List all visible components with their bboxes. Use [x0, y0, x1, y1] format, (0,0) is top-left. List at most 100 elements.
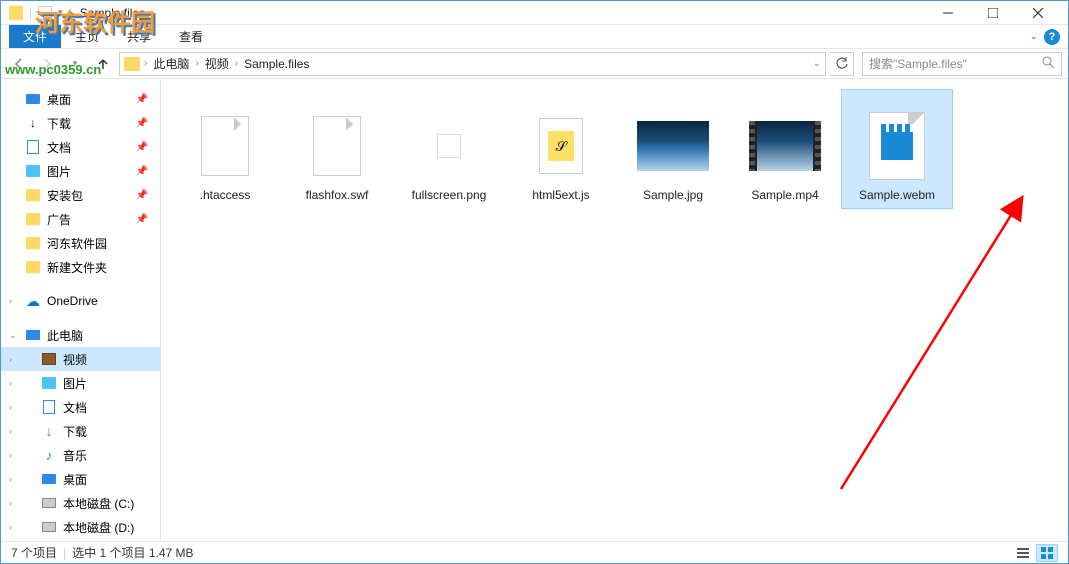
statusbar: 7 个项目 | 选中 1 个项目 1.47 MB [1, 541, 1068, 563]
ribbon-tab-share[interactable]: 共享 [113, 25, 165, 48]
ribbon-tab-view[interactable]: 查看 [165, 25, 217, 48]
arrow-right-icon [40, 57, 54, 71]
titlebar: | ▾ | Sample.files [1, 1, 1068, 25]
breadcrumb-videos[interactable]: 视频 [199, 53, 235, 75]
chevron-right-icon[interactable]: › [9, 402, 12, 412]
sidebar-label: 视频 [63, 351, 87, 368]
sidebar-item-文档[interactable]: 文档📌 [1, 135, 160, 159]
sidebar-item-下载[interactable]: ›↓下载 [1, 419, 160, 443]
ribbon-tab-file[interactable]: 文件 [9, 25, 61, 48]
pc-icon [25, 327, 41, 343]
sidebar-item-本地磁盘 (C:)[interactable]: ›本地磁盘 (C:) [1, 491, 160, 515]
chevron-right-icon[interactable]: › [9, 474, 12, 484]
breadcrumb-thispc[interactable]: 此电脑 [147, 53, 195, 75]
sidebar-label: 桌面 [63, 471, 87, 488]
folder-icon [25, 235, 41, 251]
sidebar-label: 下载 [47, 115, 71, 132]
sidebar-item-视频[interactable]: › 视频 [1, 347, 160, 371]
chevron-right-icon[interactable]: › [9, 426, 12, 436]
chevron-right-icon[interactable]: › [9, 378, 12, 388]
nav-recent-button[interactable]: ▾ [63, 52, 87, 76]
help-icon[interactable]: ? [1044, 29, 1060, 45]
drive-icon [41, 519, 57, 535]
desktop-icon [25, 91, 41, 107]
sidebar-item-图片[interactable]: 图片📌 [1, 159, 160, 183]
sidebar-item-下载[interactable]: ↓下载📌 [1, 111, 160, 135]
sidebar-label: 此电脑 [47, 327, 83, 344]
address-folder-icon [124, 57, 140, 71]
sidebar-label: 安装包 [47, 187, 83, 204]
sidebar-onedrive[interactable]: › ☁ OneDrive [1, 289, 160, 313]
sidebar-label: 文档 [47, 139, 71, 156]
annotation-arrow [831, 189, 1041, 499]
maximize-button[interactable] [970, 1, 1015, 25]
sidebar-item-新建文件夹[interactable]: 新建文件夹 [1, 255, 160, 279]
sidebar-item-文档[interactable]: › 文档 [1, 395, 160, 419]
folder-icon [25, 259, 41, 275]
search-placeholder: 搜索"Sample.files" [869, 55, 967, 72]
sidebar-label: 新建文件夹 [47, 259, 107, 276]
desktop-icon [41, 471, 57, 487]
script-icon: 𝒮 [539, 118, 583, 174]
file-item-html5ext.js[interactable]: 𝒮html5ext.js [505, 89, 617, 209]
window-controls [925, 1, 1060, 25]
close-button[interactable] [1015, 1, 1060, 25]
chevron-down-icon[interactable]: ⌄ [9, 330, 17, 341]
ribbon-expand-icon[interactable]: ⌄ [1030, 31, 1038, 42]
minimize-button[interactable] [925, 1, 970, 25]
view-icons-button[interactable] [1036, 544, 1058, 562]
sidebar-label: 本地磁盘 (D:) [63, 519, 134, 536]
qat-item[interactable] [38, 6, 52, 20]
nav-up-button[interactable] [91, 52, 115, 76]
file-item-Sample.mp4[interactable]: Sample.mp4 [729, 89, 841, 209]
chevron-right-icon[interactable]: › [9, 354, 12, 364]
folder-icon [9, 6, 23, 20]
close-icon [1033, 8, 1043, 18]
sidebar-item-本地磁盘 (D:)[interactable]: › 本地磁盘 (D:) [1, 515, 160, 539]
sidebar-item-广告[interactable]: 广告📌 [1, 207, 160, 231]
doc-icon [41, 399, 57, 415]
chevron-right-icon[interactable]: › [9, 450, 12, 460]
qat-sep: | [29, 6, 32, 20]
sidebar-item-河东软件园[interactable]: 河东软件园 [1, 231, 160, 255]
view-details-button[interactable] [1012, 544, 1034, 562]
search-input[interactable]: 搜索"Sample.files" [862, 52, 1062, 76]
sidebar-thispc[interactable]: ⌄ 此电脑 [1, 323, 160, 347]
file-icon [201, 116, 249, 176]
sidebar-item-音乐[interactable]: ›♪音乐 [1, 443, 160, 467]
file-label: Sample.jpg [643, 188, 703, 202]
folder-icon [25, 187, 41, 203]
sidebar-item-桌面[interactable]: › 桌面 [1, 467, 160, 491]
status-selection: 选中 1 个项目 1.47 MB [72, 544, 193, 561]
sidebar-label: 文档 [63, 399, 87, 416]
pin-icon: 📌 [136, 190, 148, 201]
icons-view-icon [1041, 547, 1053, 559]
address-dropdown-icon[interactable]: ⌄ [813, 58, 821, 69]
file-item-.htaccess[interactable]: .htaccess [169, 89, 281, 209]
file-item-Sample.webm[interactable]: Sample.webm [841, 89, 953, 209]
sidebar-item-桌面[interactable]: 桌面📌 [1, 87, 160, 111]
file-item-Sample.jpg[interactable]: Sample.jpg [617, 89, 729, 209]
chevron-right-icon[interactable]: › [9, 522, 12, 532]
pic-icon [41, 375, 57, 391]
file-item-flashfox.swf[interactable]: flashfox.swf [281, 89, 393, 209]
pin-icon: 📌 [136, 166, 148, 177]
breadcrumb-current[interactable]: Sample.files [238, 53, 315, 75]
pic-icon [25, 163, 41, 179]
refresh-button[interactable] [830, 52, 854, 76]
file-item-fullscreen.png[interactable]: fullscreen.png [393, 89, 505, 209]
sidebar-label: 下载 [63, 423, 87, 440]
file-label: .htaccess [200, 188, 251, 202]
sidebar-item-安装包[interactable]: 安装包 📌 [1, 183, 160, 207]
nav-forward-button[interactable] [35, 52, 59, 76]
chevron-right-icon[interactable]: › [9, 296, 12, 306]
sidebar-item-图片[interactable]: ›图片 [1, 371, 160, 395]
qat-dropdown-icon[interactable]: ▾ [58, 7, 63, 18]
address-box[interactable]: › 此电脑 › 视频 › Sample.files ⌄ [119, 52, 826, 76]
image-thumb [637, 121, 709, 171]
chevron-right-icon[interactable]: › [9, 498, 12, 508]
nav-back-button[interactable] [7, 52, 31, 76]
ribbon-tab-home[interactable]: 主页 [61, 25, 113, 48]
sidebar-label: 河东软件园 [47, 235, 107, 252]
file-list-pane[interactable]: .htaccess flashfox.swffullscreen.png𝒮html… [161, 79, 1068, 541]
